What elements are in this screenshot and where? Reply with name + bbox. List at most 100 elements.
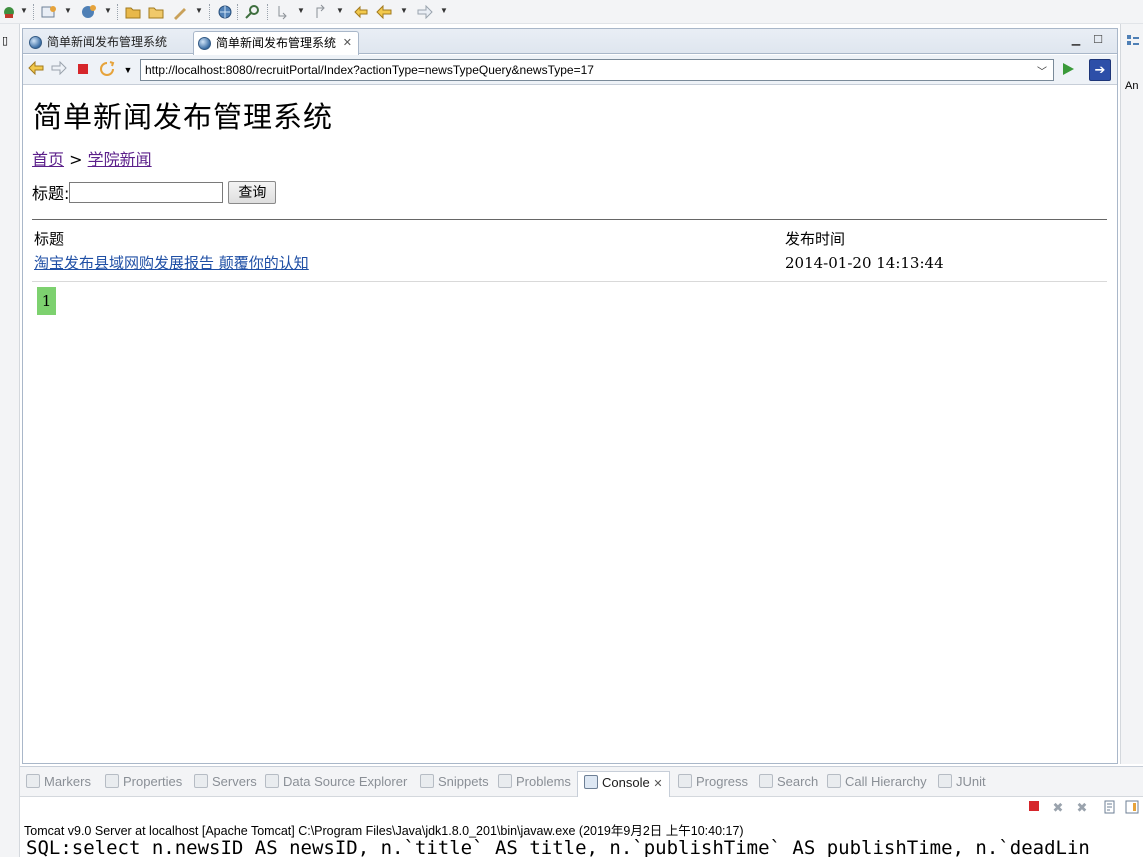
back-icon[interactable] [375,3,393,21]
web-page-content: 简单新闻发布管理系统 首页 > 学院新闻 标题: 查询 标题 发布时间 淘宝发布… [23,86,1117,763]
chevron-down-icon[interactable]: ▼ [104,6,112,15]
column-header-publish-time: 发布时间 [785,230,846,248]
page-title: 简单新闻发布管理系统 [33,100,334,134]
web-browser-icon[interactable] [216,3,234,21]
breadcrumb-separator: > [69,150,83,169]
debug-icon[interactable] [0,3,18,21]
call-hierarchy-icon [827,774,841,788]
external-browser-icon[interactable]: ➔ [1089,59,1111,81]
toolbar-separator [209,4,210,20]
search-label: 标题: [32,184,70,203]
snippets-icon [420,774,434,788]
globe-icon [29,36,42,49]
tab-console[interactable]: Console ✕ [577,771,670,797]
data-source-icon [265,774,279,788]
editor-area: 简单新闻发布管理系统 简单新闻发布管理系统 ✕ ▁ ☐ ▼ ﹀ ➔ 简单新闻发布… [22,28,1118,764]
tab-snippets[interactable]: Snippets [420,774,489,789]
chevron-down-icon[interactable]: ▼ [195,6,203,15]
right-trim-label: An [1125,80,1139,92]
editor-tab-2[interactable]: 简单新闻发布管理系统 ✕ [193,31,359,55]
search-form: 标题: 查询 [32,180,277,204]
servers-icon [194,774,208,788]
url-input[interactable] [140,59,1054,81]
search-button[interactable]: 查询 [228,180,277,204]
chevron-down-icon[interactable]: ▼ [400,6,408,15]
outline-icon[interactable] [1126,34,1140,51]
view-tab-bar: Markers Properties Servers Data Source E… [20,767,1143,797]
divider [32,219,1107,220]
news-publish-time: 2014-01-20 14:13:44 [785,254,944,272]
prev-annotation-icon[interactable] [312,3,330,21]
open-folder-icon[interactable] [124,3,142,21]
next-annotation-icon[interactable] [274,3,292,21]
tab-data-source-explorer[interactable]: Data Source Explorer [265,774,407,789]
globe-icon [198,37,211,50]
chevron-down-icon[interactable]: ﹀ [1037,63,1047,78]
refresh-icon[interactable] [98,61,116,79]
chevron-down-icon[interactable]: ▼ [297,6,305,15]
column-header-title: 标题 [34,230,65,248]
tab-progress[interactable]: Progress [678,774,748,789]
tasks-icon[interactable] [171,3,189,21]
chevron-down-icon[interactable]: ▼ [20,6,28,15]
toolbar-separator [117,4,118,20]
open-type-icon[interactable] [147,3,165,21]
clear-console-icon[interactable] [1101,800,1119,817]
chevron-down-icon[interactable]: ▼ [119,61,137,79]
console-icon [584,775,598,789]
restore-icon[interactable]: ▯ [2,34,8,47]
scroll-lock-icon[interactable] [1123,800,1141,817]
editor-tab-1[interactable]: 简单新闻发布管理系统 [25,31,191,54]
globe-run-icon[interactable] [80,3,98,21]
main-toolbar: ▼ ▼ ▼ ▼ ▼ ▼ ▼ ▼ [0,0,1143,24]
bottom-panel: Markers Properties Servers Data Source E… [20,766,1143,857]
left-trim-bar: ▯ [0,24,20,857]
toolbar-separator [237,4,238,20]
close-icon[interactable]: ✕ [653,778,662,790]
tab-servers[interactable]: Servers [194,774,257,789]
go-icon[interactable] [1061,62,1075,76]
close-icon[interactable]: ✕ [343,32,352,54]
tab-properties[interactable]: Properties [105,774,182,789]
forward-icon[interactable] [416,3,434,21]
terminate-icon[interactable] [1025,800,1043,815]
toolbar-separator [267,4,268,20]
search-icon[interactable] [244,3,262,21]
remove-launch-icon[interactable]: ✖ [1049,800,1067,816]
pagination-page-1[interactable]: 1 [37,287,56,315]
tab-search[interactable]: Search [759,774,818,789]
search-icon [759,774,773,788]
chevron-down-icon[interactable]: ▼ [336,6,344,15]
news-title-link[interactable]: 淘宝发布县域网购发展报告 颠覆你的认知 [34,252,309,273]
remove-all-icon[interactable]: ✖ [1073,800,1091,816]
tab-markers[interactable]: Markers [26,774,91,789]
right-trim-bar: An [1120,24,1143,764]
junit-icon [938,774,952,788]
chevron-down-icon[interactable]: ▼ [440,6,448,15]
markers-icon [26,774,40,788]
back-icon[interactable] [27,60,45,79]
forward-icon[interactable] [50,60,68,79]
maximize-icon[interactable]: ☐ [1091,33,1105,47]
search-input[interactable] [69,181,224,203]
console-output-line: SQL:select n.newsID AS newsID, n.`title`… [26,837,1090,857]
progress-icon [678,774,692,788]
last-edit-icon[interactable] [352,3,370,21]
breadcrumb: 首页 > 学院新闻 [32,146,152,170]
editor-tab-label: 简单新闻发布管理系统 [216,36,337,50]
browser-nav-bar: ▼ ﹀ ➔ [23,55,1117,85]
new-server-icon[interactable] [40,3,58,21]
properties-icon [105,774,119,788]
tab-junit[interactable]: JUnit [938,774,986,789]
stop-icon[interactable] [74,61,92,79]
breadcrumb-current-link[interactable]: 学院新闻 [88,150,152,169]
minimize-icon[interactable]: ▁ [1069,33,1083,47]
row-divider [32,281,1107,282]
problems-icon [498,774,512,788]
editor-tab-bar: 简单新闻发布管理系统 简单新闻发布管理系统 ✕ ▁ ☐ [23,29,1117,55]
tab-call-hierarchy[interactable]: Call Hierarchy [827,774,927,789]
tab-problems[interactable]: Problems [498,774,571,789]
editor-tab-label: 简单新闻发布管理系统 [47,35,168,49]
chevron-down-icon[interactable]: ▼ [64,6,72,15]
breadcrumb-home-link[interactable]: 首页 [32,150,64,169]
